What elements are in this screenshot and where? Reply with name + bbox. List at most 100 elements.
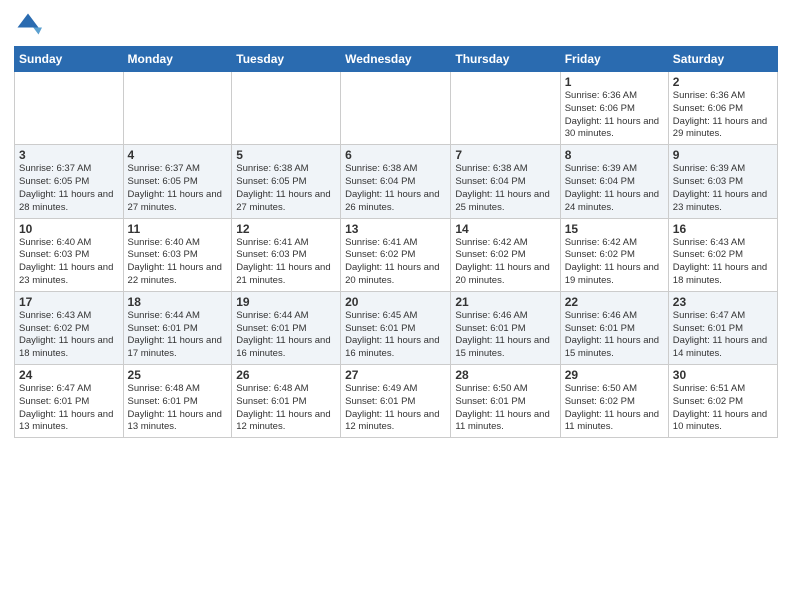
calendar-header-row: SundayMondayTuesdayWednesdayThursdayFrid… xyxy=(15,47,778,72)
calendar-week-row: 3Sunrise: 6:37 AM Sunset: 6:05 PM Daylig… xyxy=(15,145,778,218)
day-number: 18 xyxy=(128,295,228,309)
calendar-cell: 1Sunrise: 6:36 AM Sunset: 6:06 PM Daylig… xyxy=(560,72,668,145)
day-info: Sunrise: 6:45 AM Sunset: 6:01 PM Dayligh… xyxy=(345,310,446,361)
calendar-cell: 18Sunrise: 6:44 AM Sunset: 6:01 PM Dayli… xyxy=(123,291,232,364)
calendar-cell: 8Sunrise: 6:39 AM Sunset: 6:04 PM Daylig… xyxy=(560,145,668,218)
day-number: 4 xyxy=(128,148,228,162)
calendar-cell: 16Sunrise: 6:43 AM Sunset: 6:02 PM Dayli… xyxy=(668,218,777,291)
calendar-cell: 3Sunrise: 6:37 AM Sunset: 6:05 PM Daylig… xyxy=(15,145,124,218)
calendar-cell: 13Sunrise: 6:41 AM Sunset: 6:02 PM Dayli… xyxy=(341,218,451,291)
day-info: Sunrise: 6:36 AM Sunset: 6:06 PM Dayligh… xyxy=(565,90,664,141)
day-info: Sunrise: 6:37 AM Sunset: 6:05 PM Dayligh… xyxy=(128,163,228,214)
day-info: Sunrise: 6:38 AM Sunset: 6:05 PM Dayligh… xyxy=(236,163,336,214)
calendar-cell: 6Sunrise: 6:38 AM Sunset: 6:04 PM Daylig… xyxy=(341,145,451,218)
day-number: 20 xyxy=(345,295,446,309)
day-number: 14 xyxy=(455,222,555,236)
day-number: 3 xyxy=(19,148,119,162)
calendar-cell xyxy=(123,72,232,145)
day-info: Sunrise: 6:37 AM Sunset: 6:05 PM Dayligh… xyxy=(19,163,119,214)
day-info: Sunrise: 6:46 AM Sunset: 6:01 PM Dayligh… xyxy=(455,310,555,361)
calendar-week-row: 10Sunrise: 6:40 AM Sunset: 6:03 PM Dayli… xyxy=(15,218,778,291)
calendar-cell xyxy=(451,72,560,145)
day-number: 5 xyxy=(236,148,336,162)
day-number: 24 xyxy=(19,368,119,382)
weekday-header-monday: Monday xyxy=(123,47,232,72)
calendar-cell: 7Sunrise: 6:38 AM Sunset: 6:04 PM Daylig… xyxy=(451,145,560,218)
calendar-week-row: 17Sunrise: 6:43 AM Sunset: 6:02 PM Dayli… xyxy=(15,291,778,364)
day-info: Sunrise: 6:41 AM Sunset: 6:03 PM Dayligh… xyxy=(236,237,336,288)
page: SundayMondayTuesdayWednesdayThursdayFrid… xyxy=(0,0,792,452)
weekday-header-thursday: Thursday xyxy=(451,47,560,72)
day-info: Sunrise: 6:39 AM Sunset: 6:04 PM Dayligh… xyxy=(565,163,664,214)
day-number: 17 xyxy=(19,295,119,309)
weekday-header-wednesday: Wednesday xyxy=(341,47,451,72)
calendar-cell: 19Sunrise: 6:44 AM Sunset: 6:01 PM Dayli… xyxy=(232,291,341,364)
calendar-cell: 9Sunrise: 6:39 AM Sunset: 6:03 PM Daylig… xyxy=(668,145,777,218)
day-info: Sunrise: 6:39 AM Sunset: 6:03 PM Dayligh… xyxy=(673,163,773,214)
calendar-week-row: 24Sunrise: 6:47 AM Sunset: 6:01 PM Dayli… xyxy=(15,365,778,438)
day-number: 16 xyxy=(673,222,773,236)
logo-icon xyxy=(14,10,42,38)
day-number: 29 xyxy=(565,368,664,382)
day-number: 10 xyxy=(19,222,119,236)
day-info: Sunrise: 6:42 AM Sunset: 6:02 PM Dayligh… xyxy=(455,237,555,288)
calendar-cell: 30Sunrise: 6:51 AM Sunset: 6:02 PM Dayli… xyxy=(668,365,777,438)
day-number: 6 xyxy=(345,148,446,162)
day-number: 13 xyxy=(345,222,446,236)
day-info: Sunrise: 6:38 AM Sunset: 6:04 PM Dayligh… xyxy=(345,163,446,214)
day-info: Sunrise: 6:47 AM Sunset: 6:01 PM Dayligh… xyxy=(19,383,119,434)
day-info: Sunrise: 6:49 AM Sunset: 6:01 PM Dayligh… xyxy=(345,383,446,434)
calendar-cell: 25Sunrise: 6:48 AM Sunset: 6:01 PM Dayli… xyxy=(123,365,232,438)
calendar-cell: 2Sunrise: 6:36 AM Sunset: 6:06 PM Daylig… xyxy=(668,72,777,145)
day-number: 8 xyxy=(565,148,664,162)
weekday-header-saturday: Saturday xyxy=(668,47,777,72)
calendar-cell: 14Sunrise: 6:42 AM Sunset: 6:02 PM Dayli… xyxy=(451,218,560,291)
calendar-cell: 11Sunrise: 6:40 AM Sunset: 6:03 PM Dayli… xyxy=(123,218,232,291)
day-info: Sunrise: 6:47 AM Sunset: 6:01 PM Dayligh… xyxy=(673,310,773,361)
day-info: Sunrise: 6:40 AM Sunset: 6:03 PM Dayligh… xyxy=(19,237,119,288)
day-info: Sunrise: 6:40 AM Sunset: 6:03 PM Dayligh… xyxy=(128,237,228,288)
day-number: 21 xyxy=(455,295,555,309)
weekday-header-friday: Friday xyxy=(560,47,668,72)
day-number: 28 xyxy=(455,368,555,382)
day-number: 22 xyxy=(565,295,664,309)
day-number: 11 xyxy=(128,222,228,236)
calendar-week-row: 1Sunrise: 6:36 AM Sunset: 6:06 PM Daylig… xyxy=(15,72,778,145)
calendar-cell: 28Sunrise: 6:50 AM Sunset: 6:01 PM Dayli… xyxy=(451,365,560,438)
day-number: 27 xyxy=(345,368,446,382)
calendar-cell: 27Sunrise: 6:49 AM Sunset: 6:01 PM Dayli… xyxy=(341,365,451,438)
day-number: 2 xyxy=(673,75,773,89)
day-info: Sunrise: 6:50 AM Sunset: 6:02 PM Dayligh… xyxy=(565,383,664,434)
day-number: 30 xyxy=(673,368,773,382)
logo xyxy=(14,10,46,38)
calendar-cell: 17Sunrise: 6:43 AM Sunset: 6:02 PM Dayli… xyxy=(15,291,124,364)
day-number: 25 xyxy=(128,368,228,382)
day-info: Sunrise: 6:43 AM Sunset: 6:02 PM Dayligh… xyxy=(673,237,773,288)
day-info: Sunrise: 6:43 AM Sunset: 6:02 PM Dayligh… xyxy=(19,310,119,361)
calendar-cell xyxy=(232,72,341,145)
calendar-cell: 24Sunrise: 6:47 AM Sunset: 6:01 PM Dayli… xyxy=(15,365,124,438)
calendar-cell: 12Sunrise: 6:41 AM Sunset: 6:03 PM Dayli… xyxy=(232,218,341,291)
calendar-cell: 29Sunrise: 6:50 AM Sunset: 6:02 PM Dayli… xyxy=(560,365,668,438)
calendar-cell: 10Sunrise: 6:40 AM Sunset: 6:03 PM Dayli… xyxy=(15,218,124,291)
day-info: Sunrise: 6:48 AM Sunset: 6:01 PM Dayligh… xyxy=(236,383,336,434)
day-info: Sunrise: 6:44 AM Sunset: 6:01 PM Dayligh… xyxy=(128,310,228,361)
calendar-cell: 21Sunrise: 6:46 AM Sunset: 6:01 PM Dayli… xyxy=(451,291,560,364)
calendar-cell: 26Sunrise: 6:48 AM Sunset: 6:01 PM Dayli… xyxy=(232,365,341,438)
weekday-header-sunday: Sunday xyxy=(15,47,124,72)
day-number: 15 xyxy=(565,222,664,236)
header xyxy=(14,10,778,38)
day-info: Sunrise: 6:46 AM Sunset: 6:01 PM Dayligh… xyxy=(565,310,664,361)
calendar-cell: 5Sunrise: 6:38 AM Sunset: 6:05 PM Daylig… xyxy=(232,145,341,218)
day-info: Sunrise: 6:42 AM Sunset: 6:02 PM Dayligh… xyxy=(565,237,664,288)
calendar-cell: 23Sunrise: 6:47 AM Sunset: 6:01 PM Dayli… xyxy=(668,291,777,364)
day-info: Sunrise: 6:38 AM Sunset: 6:04 PM Dayligh… xyxy=(455,163,555,214)
calendar-cell: 20Sunrise: 6:45 AM Sunset: 6:01 PM Dayli… xyxy=(341,291,451,364)
day-info: Sunrise: 6:50 AM Sunset: 6:01 PM Dayligh… xyxy=(455,383,555,434)
calendar-cell: 22Sunrise: 6:46 AM Sunset: 6:01 PM Dayli… xyxy=(560,291,668,364)
day-number: 19 xyxy=(236,295,336,309)
calendar-cell xyxy=(341,72,451,145)
calendar-cell: 4Sunrise: 6:37 AM Sunset: 6:05 PM Daylig… xyxy=(123,145,232,218)
day-number: 23 xyxy=(673,295,773,309)
day-info: Sunrise: 6:48 AM Sunset: 6:01 PM Dayligh… xyxy=(128,383,228,434)
